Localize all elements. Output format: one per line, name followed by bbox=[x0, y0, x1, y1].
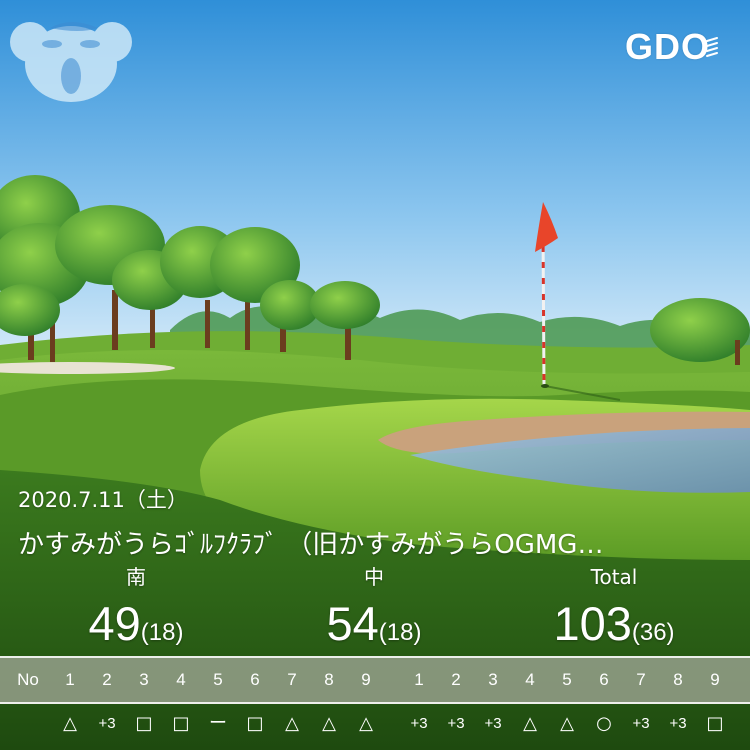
score-label: Total bbox=[590, 565, 638, 589]
hole-number: 6 bbox=[250, 670, 260, 689]
hole-result: △ bbox=[523, 713, 537, 734]
hole-result: +3 bbox=[669, 715, 687, 732]
hole-results-row: △ +3 □ □ ー □ △ △ △ +3 +3 +3 △ △ ○ +3 +3 … bbox=[0, 704, 750, 750]
hole-result: △ bbox=[359, 713, 373, 734]
hole-result: ー bbox=[209, 713, 227, 734]
hole-result: +3 bbox=[98, 715, 116, 732]
hole-result: +3 bbox=[632, 715, 650, 732]
hole-result: □ bbox=[172, 713, 190, 734]
hole-number: 5 bbox=[213, 670, 223, 689]
hole-result: ○ bbox=[596, 713, 612, 734]
hole-number: 1 bbox=[414, 670, 424, 689]
wave-lines-icon bbox=[706, 37, 718, 57]
score-putts: (18) bbox=[378, 619, 422, 646]
hole-number: 6 bbox=[599, 670, 609, 689]
hole-result: △ bbox=[322, 713, 336, 734]
hole-result: △ bbox=[560, 713, 574, 734]
score-grand-total: Total 103(36) bbox=[504, 562, 724, 652]
hole-number: 3 bbox=[488, 670, 498, 689]
scorecard-image: GDO 2020.7.11（土） かすみがうらｺﾞﾙﾌｸﾗﾌﾞ （旧かすみがうら… bbox=[0, 0, 750, 750]
hole-number: 3 bbox=[139, 670, 149, 689]
hole-result: □ bbox=[706, 713, 724, 734]
score-out: 南 49(18) bbox=[26, 562, 246, 652]
score-putts: (18) bbox=[140, 619, 184, 646]
hole-number: 8 bbox=[324, 670, 334, 689]
hole-number: 9 bbox=[361, 670, 371, 689]
hole-result: △ bbox=[285, 713, 299, 734]
hole-result: +3 bbox=[410, 715, 428, 732]
hole-header-label: No bbox=[17, 670, 39, 689]
gdo-logo-text: GDO bbox=[625, 26, 711, 67]
hole-result: +3 bbox=[484, 715, 502, 732]
hole-number: 8 bbox=[673, 670, 683, 689]
koala-mascot-icon bbox=[10, 22, 132, 102]
score-label: 南 bbox=[126, 565, 146, 589]
hole-number: 2 bbox=[102, 670, 112, 689]
round-date: 2020.7.11（土） bbox=[18, 488, 188, 512]
score-label: 中 bbox=[364, 565, 384, 589]
hole-number: 7 bbox=[636, 670, 646, 689]
hole-result: □ bbox=[135, 713, 153, 734]
hole-number: 7 bbox=[287, 670, 297, 689]
course-name: かすみがうらｺﾞﾙﾌｸﾗﾌﾞ （旧かすみがうらOGMG… bbox=[18, 530, 604, 560]
hole-number: 1 bbox=[65, 670, 75, 689]
gdo-logo: GDO bbox=[625, 26, 720, 74]
hole-result: △ bbox=[63, 713, 77, 734]
hole-number: 4 bbox=[525, 670, 535, 689]
score-total: 54 bbox=[326, 597, 379, 650]
score-in: 中 54(18) bbox=[264, 562, 484, 652]
hole-result: +3 bbox=[447, 715, 465, 732]
score-total: 49 bbox=[88, 597, 141, 650]
score-putts: (36) bbox=[631, 619, 675, 646]
hole-number: 4 bbox=[176, 670, 186, 689]
hole-number: 5 bbox=[562, 670, 572, 689]
hole-result: □ bbox=[246, 713, 264, 734]
score-total: 103 bbox=[553, 597, 632, 650]
hole-number: 2 bbox=[451, 670, 461, 689]
hole-number: 9 bbox=[710, 670, 720, 689]
hole-number-bar: No 1 2 3 4 5 6 7 8 9 1 2 3 4 5 6 7 8 9 bbox=[0, 656, 750, 704]
